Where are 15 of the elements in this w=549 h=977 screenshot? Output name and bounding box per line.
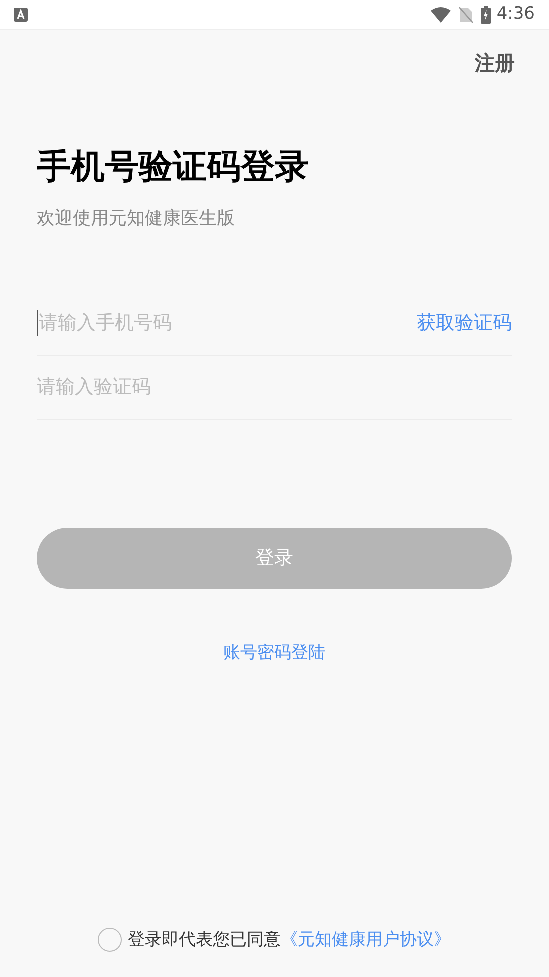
phone-input-field[interactable]: 请输入手机号码 (37, 310, 417, 336)
keyboard-app-icon (14, 8, 28, 22)
agreement-checkbox[interactable] (98, 928, 122, 952)
no-sim-icon (458, 6, 473, 22)
code-input-field[interactable]: 请输入验证码 (37, 372, 512, 402)
agreement-text: 登录即代表您已同意 (128, 928, 281, 952)
user-agreement-link[interactable]: 《元知健康用户协议》 (281, 928, 451, 953)
subtitle: 欢迎使用元知健康医生版 (37, 206, 236, 230)
status-time: 4:36 (496, 2, 535, 26)
page-title: 手机号验证码登录 (37, 146, 310, 188)
wifi-icon (430, 6, 451, 22)
battery-charging-icon (480, 6, 491, 24)
register-link[interactable]: 注册 (475, 48, 515, 78)
password-login-link[interactable]: 账号密码登陆 (224, 640, 326, 666)
get-code-link[interactable]: 获取验证码 (417, 308, 512, 338)
